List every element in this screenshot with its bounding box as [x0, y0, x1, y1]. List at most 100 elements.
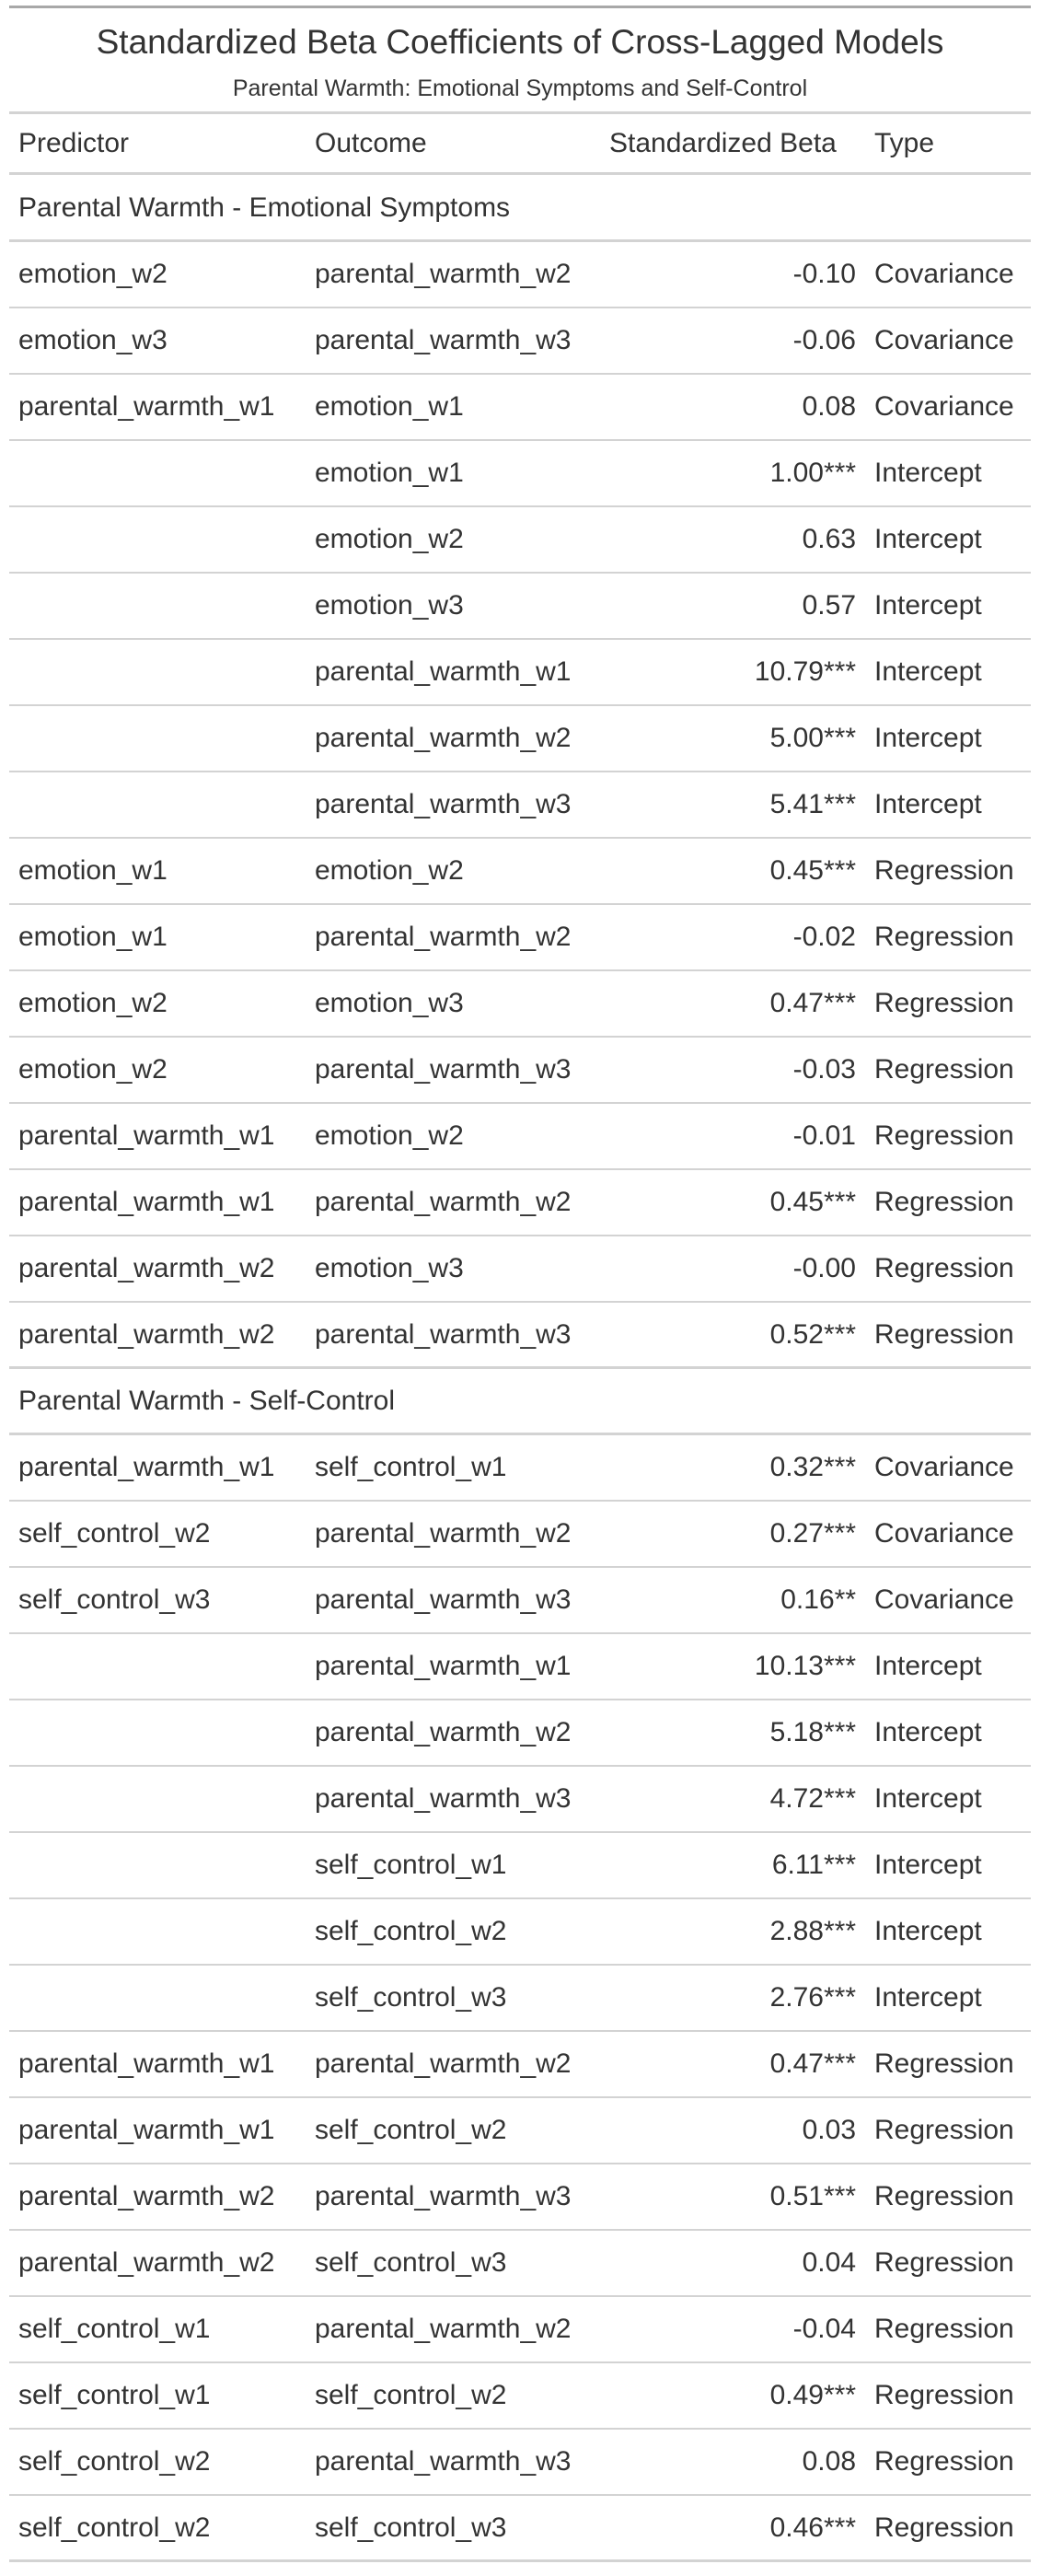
cell-type: Intercept	[874, 656, 982, 687]
cell-beta: -0.04	[792, 2314, 856, 2344]
cell-type: Regression	[874, 1187, 1014, 1217]
cell-outcome: parental_warmth_w2	[315, 2048, 572, 2079]
cell-outcome: emotion_w1	[315, 391, 464, 422]
table-subtitle: Parental Warmth: Emotional Symptoms and …	[232, 75, 808, 101]
table-row: parental_warmth_w2 5.18*** Intercept	[9, 1700, 1031, 1766]
cell-beta: -0.06	[792, 325, 856, 355]
table-row: parental_warmth_w1 self_control_w2 0.03 Reg…	[9, 2097, 1031, 2164]
cell-predictor: parental_warmth_w2	[18, 2181, 275, 2211]
cell-type: Regression	[874, 1054, 1014, 1085]
table-row: parental_warmth_w1 10.79*** Intercept	[9, 639, 1031, 705]
cell-beta: 0.51***	[769, 2181, 856, 2211]
cell-type: Regression	[874, 2314, 1014, 2344]
cell-type: Regression	[874, 1120, 1014, 1151]
cell-beta: 5.18***	[769, 1717, 856, 1747]
cell-predictor: self_control_w1	[18, 2380, 211, 2410]
group-header: Parental Warmth - Emotional Symptoms	[9, 175, 1031, 241]
cell-beta: -0.02	[792, 922, 856, 952]
cell-outcome: parental_warmth_w3	[315, 789, 572, 819]
table-row: parental_warmth_w3 4.72*** Intercept	[9, 1766, 1031, 1832]
column-header-beta: Standardized Beta	[609, 128, 837, 158]
cell-predictor: self_control_w2	[18, 2512, 211, 2543]
cell-outcome: parental_warmth_w2	[315, 2314, 572, 2344]
cell-predictor: parental_warmth_w1	[18, 1120, 275, 1151]
cell-outcome: emotion_w3	[315, 988, 464, 1018]
cell-type: Covariance	[874, 391, 1014, 422]
cell-beta: 0.16**	[780, 1584, 856, 1615]
cell-outcome: parental_warmth_w2	[315, 259, 572, 289]
cell-predictor: emotion_w3	[18, 325, 168, 355]
row-rule	[9, 2559, 1031, 2562]
cell-predictor: emotion_w2	[18, 988, 168, 1018]
cell-beta: 0.08	[802, 391, 856, 422]
table-row: emotion_w2 parental_warmth_w3 -0.03 Regress…	[9, 1037, 1031, 1103]
table-row: self_control_w1 self_control_w2 0.49*** Reg…	[9, 2362, 1031, 2429]
table-row: parental_warmth_w1 parental_warmth_w2 0.47…	[9, 2031, 1031, 2097]
cell-type: Intercept	[874, 1783, 982, 1814]
table-row: parental_warmth_w2 self_control_w3 0.04 Reg…	[9, 2230, 1031, 2296]
column-header-predictor: Predictor	[18, 128, 130, 158]
cell-type: Intercept	[874, 524, 982, 554]
cell-outcome: parental_warmth_w2	[315, 1518, 572, 1549]
cell-beta: -0.01	[792, 1120, 856, 1151]
cell-outcome: parental_warmth_w2	[315, 922, 572, 952]
table-row: self_control_w3 parental_warmth_w3 0.16** C…	[9, 1567, 1031, 1633]
cell-beta: 0.03	[802, 2115, 856, 2145]
top-rule	[9, 6, 1031, 8]
cell-predictor: parental_warmth_w1	[18, 391, 275, 422]
cell-beta: 10.13***	[754, 1651, 856, 1681]
cell-outcome: parental_warmth_w1	[315, 656, 572, 687]
cell-outcome: emotion_w2	[315, 524, 464, 554]
cell-outcome: parental_warmth_w2	[315, 723, 572, 753]
table-row: self_control_w2 self_control_w3 0.46*** Reg…	[9, 2495, 1031, 2561]
cell-beta: -0.00	[792, 1253, 856, 1283]
table-row: emotion_w2 parental_warmth_w2 -0.10 Covaria…	[9, 241, 1031, 307]
cell-predictor: self_control_w1	[18, 2314, 211, 2344]
table-row: self_control_w2 parental_warmth_w3 0.08 Reg…	[9, 2429, 1031, 2495]
table-row: emotion_w1 1.00*** Intercept	[9, 440, 1031, 506]
cell-type: Covariance	[874, 325, 1014, 355]
cell-type: Regression	[874, 2247, 1014, 2278]
cell-beta: 0.47***	[769, 2048, 856, 2079]
cell-type: Intercept	[874, 1982, 982, 2013]
table-row: self_control_w1 6.11*** Intercept	[9, 1832, 1031, 1898]
cell-outcome: self_control_w3	[315, 2247, 507, 2278]
group-label: Parental Warmth - Emotional Symptoms	[18, 192, 511, 223]
table-row: self_control_w2 parental_warmth_w2 0.27***…	[9, 1501, 1031, 1567]
table-title: Standardized Beta Coefficients of Cross-…	[96, 23, 944, 61]
table-row: emotion_w3 parental_warmth_w3 -0.06 Covaria…	[9, 307, 1031, 374]
group-header: Parental Warmth - Self-Control	[9, 1368, 1031, 1434]
cell-type: Regression	[874, 855, 1014, 886]
cell-beta: 5.41***	[769, 789, 856, 819]
table-row: emotion_w2 emotion_w3 0.47*** Regression	[9, 970, 1031, 1037]
cell-beta: 2.88***	[769, 1916, 856, 1946]
cell-type: Intercept	[874, 1850, 982, 1880]
cell-beta: 0.04	[802, 2247, 856, 2278]
cell-outcome: parental_warmth_w3	[315, 1584, 572, 1615]
table-row: emotion_w2 0.63 Intercept	[9, 506, 1031, 573]
table-row: parental_warmth_w3 5.41*** Intercept	[9, 772, 1031, 838]
cell-outcome: self_control_w2	[315, 1916, 507, 1946]
cell-beta: 0.47***	[769, 988, 856, 1018]
cell-type: Intercept	[874, 458, 982, 488]
cell-type: Regression	[874, 2380, 1014, 2410]
cell-type: Regression	[874, 1319, 1014, 1350]
cell-type: Regression	[874, 2115, 1014, 2145]
cell-beta: 0.49***	[769, 2380, 856, 2410]
cell-beta: 0.57	[802, 590, 856, 621]
cell-type: Regression	[874, 2512, 1014, 2543]
cell-predictor: parental_warmth_w1	[18, 2115, 275, 2145]
cell-outcome: emotion_w3	[315, 590, 464, 621]
cell-outcome: parental_warmth_w3	[315, 1319, 572, 1350]
cell-outcome: self_control_w2	[315, 2380, 507, 2410]
cell-type: Regression	[874, 1253, 1014, 1283]
cell-predictor: parental_warmth_w2	[18, 1319, 275, 1350]
cell-type: Covariance	[874, 1452, 1014, 1482]
cell-predictor: parental_warmth_w2	[18, 2247, 275, 2278]
cell-predictor: parental_warmth_w1	[18, 1452, 275, 1482]
cell-outcome: parental_warmth_w1	[315, 1651, 572, 1681]
cell-outcome: emotion_w2	[315, 1120, 464, 1151]
cell-beta: 0.52***	[769, 1319, 856, 1350]
cell-type: Covariance	[874, 1584, 1014, 1615]
cell-outcome: parental_warmth_w2	[315, 1717, 572, 1747]
